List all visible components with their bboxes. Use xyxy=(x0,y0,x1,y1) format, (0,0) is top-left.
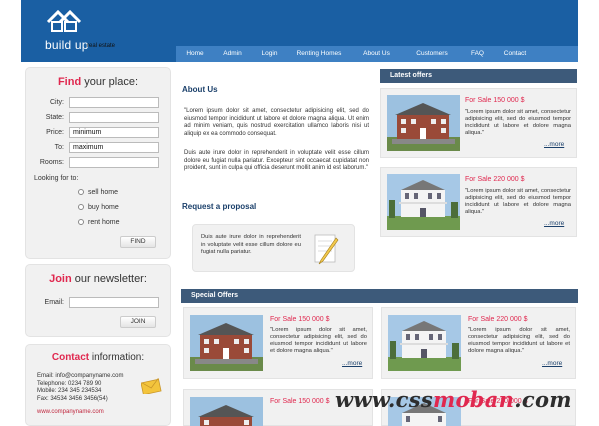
house-photo-brick[interactable] xyxy=(190,315,263,371)
request-title: Request a proposal xyxy=(182,202,257,211)
about-paragraph-1: "Lorem ipsum dolor sit amet, consectetur… xyxy=(184,108,369,137)
watermark-pre: www.css xyxy=(335,387,433,412)
watermark: www.cssmoban.com xyxy=(335,387,572,412)
watermark-post: .com xyxy=(514,387,572,412)
pencil-paper-icon xyxy=(314,234,339,265)
offer-title: For Sale 150 000 $ xyxy=(465,97,525,104)
envelope-icon xyxy=(141,378,162,394)
rooms-input[interactable] xyxy=(69,157,159,168)
find-title-accent: Find xyxy=(57,76,82,88)
special-offers-bar: Special Offers xyxy=(181,289,578,303)
about-paragraph-2: Duis aute irure dolor in reprehenderit i… xyxy=(184,150,369,171)
offer-description: "Lorem ipsum dolor sit amet, consectetur… xyxy=(270,327,367,354)
house-photo-white[interactable] xyxy=(387,174,460,230)
latest-offer-card: For Sale 220 000 $ "Lorem ipsum dolor si… xyxy=(380,167,577,237)
contact-email: Email: info@companyname.com xyxy=(37,373,124,379)
looking-label: Looking for to: xyxy=(34,175,79,182)
watermark-mid: moban xyxy=(432,387,515,412)
offer-title: For Sale 220 000 $ xyxy=(465,176,525,183)
state-input[interactable] xyxy=(69,112,159,123)
contact-details: Email: info@companyname.com Telephone: 0… xyxy=(37,373,123,403)
price-min-input[interactable]: minimum xyxy=(69,127,159,138)
offer-description: "Lorem ipsum dolor sit amet, consectetur… xyxy=(465,109,571,136)
offer-title: For Sale 150 000 $ xyxy=(270,316,330,323)
email-label: Email: xyxy=(44,299,64,306)
radio-rent[interactable]: rent home xyxy=(78,219,120,226)
nav-login[interactable]: Login xyxy=(251,46,288,62)
about-title: About Us xyxy=(182,85,218,94)
newsletter-title-accent: Join xyxy=(49,273,72,285)
newsletter-panel: Join our newsletter: Email: JOIN xyxy=(25,264,171,337)
price-max-input[interactable]: maximum xyxy=(69,142,159,153)
rooms-label: Rooms: xyxy=(39,159,64,166)
state-label: State: xyxy=(45,114,64,121)
logo-subtitle: real estate xyxy=(87,43,116,49)
nav-renting-homes[interactable]: Renting Homes xyxy=(288,46,350,62)
contact-fax: Fax: 34534 3456 3456(54) xyxy=(37,395,108,402)
price-row: Price: minimum xyxy=(26,127,172,139)
radio-sell-label: sell home xyxy=(88,189,118,196)
price-label: Price: xyxy=(46,129,64,136)
radio-icon[interactable] xyxy=(78,219,84,226)
house-photo-white[interactable] xyxy=(388,315,461,371)
nav-home[interactable]: Home xyxy=(176,46,214,62)
offer-title: For Sale 150 000 $ xyxy=(270,398,330,405)
special-offer-card: For Sale 150 000 $ "Lorem ipsum dolor si… xyxy=(183,307,373,379)
city-row: City: xyxy=(26,97,172,109)
house-logo-icon xyxy=(46,9,82,32)
city-input[interactable] xyxy=(69,97,159,108)
latest-offer-card: For Sale 150 000 $ "Lorem ipsum dolor si… xyxy=(380,88,577,158)
more-link[interactable]: ...more xyxy=(544,220,564,227)
nav-admin[interactable]: Admin xyxy=(214,46,251,62)
email-input[interactable] xyxy=(69,297,159,308)
contact-title-accent: Contact xyxy=(51,352,90,363)
radio-buy-label: buy home xyxy=(88,204,119,211)
to-label: To: xyxy=(54,144,64,151)
proposal-text: Duis aute irure dolor in reprehenderit i… xyxy=(201,234,301,255)
offer-title: For Sale 220 000 $ xyxy=(468,316,528,323)
main-nav: Home Admin Login Renting Homes About Us … xyxy=(176,46,578,62)
more-link[interactable]: ...more xyxy=(342,360,362,367)
more-link[interactable]: ...more xyxy=(542,360,562,367)
radio-icon[interactable] xyxy=(78,189,84,196)
radio-icon[interactable] xyxy=(78,204,84,211)
offer-description: "Lorem ipsum dolor sit amet, consectetur… xyxy=(468,327,570,354)
rooms-row: Rooms: xyxy=(26,157,172,169)
find-button[interactable]: FIND xyxy=(120,236,156,248)
latest-offers-bar: Latest offers xyxy=(380,69,577,83)
contact-telephone: Telephone: 0234 789 90 xyxy=(37,380,102,387)
contact-website-link[interactable]: www.companyname.com xyxy=(37,409,104,415)
site-header: build up real estate Home Admin Login Re… xyxy=(21,0,578,62)
to-row: To: maximum xyxy=(26,142,172,154)
newsletter-title: Join our newsletter: xyxy=(26,273,170,285)
join-button[interactable]: JOIN xyxy=(120,316,156,328)
radio-buy[interactable]: buy home xyxy=(78,204,119,211)
radio-sell[interactable]: sell home xyxy=(78,189,118,196)
offer-description: "Lorem ipsum dolor sit amet, consectetur… xyxy=(465,188,571,215)
proposal-panel[interactable]: Duis aute irure dolor in reprehenderit i… xyxy=(192,224,355,272)
house-photo-brick[interactable] xyxy=(387,95,460,151)
radio-rent-label: rent home xyxy=(88,219,120,226)
logo-text: build up xyxy=(45,38,89,52)
nav-about-us[interactable]: About Us xyxy=(350,46,403,62)
email-row: Email: xyxy=(26,297,172,309)
find-place-panel: Find your place: City: State: Price: min… xyxy=(25,67,171,259)
nav-faq[interactable]: FAQ xyxy=(461,46,494,62)
find-title-rest: your place: xyxy=(81,76,139,88)
contact-panel: Contact information: Email: info@company… xyxy=(25,344,171,426)
house-photo-brick[interactable] xyxy=(190,397,263,426)
special-offer-card: For Sale 220 000 $ "Lorem ipsum dolor si… xyxy=(381,307,576,379)
nav-contact[interactable]: Contact xyxy=(494,46,536,62)
more-link[interactable]: ...more xyxy=(544,141,564,148)
nav-customers[interactable]: Customers xyxy=(403,46,461,62)
contact-title-rest: information: xyxy=(89,352,145,363)
city-label: City: xyxy=(50,99,64,106)
state-row: State: xyxy=(26,112,172,124)
find-title: Find your place: xyxy=(26,76,170,88)
contact-title: Contact information: xyxy=(26,352,170,363)
contact-mobile: Mobile: 234 345 234534 xyxy=(37,388,102,394)
newsletter-title-rest: our newsletter: xyxy=(71,273,147,285)
